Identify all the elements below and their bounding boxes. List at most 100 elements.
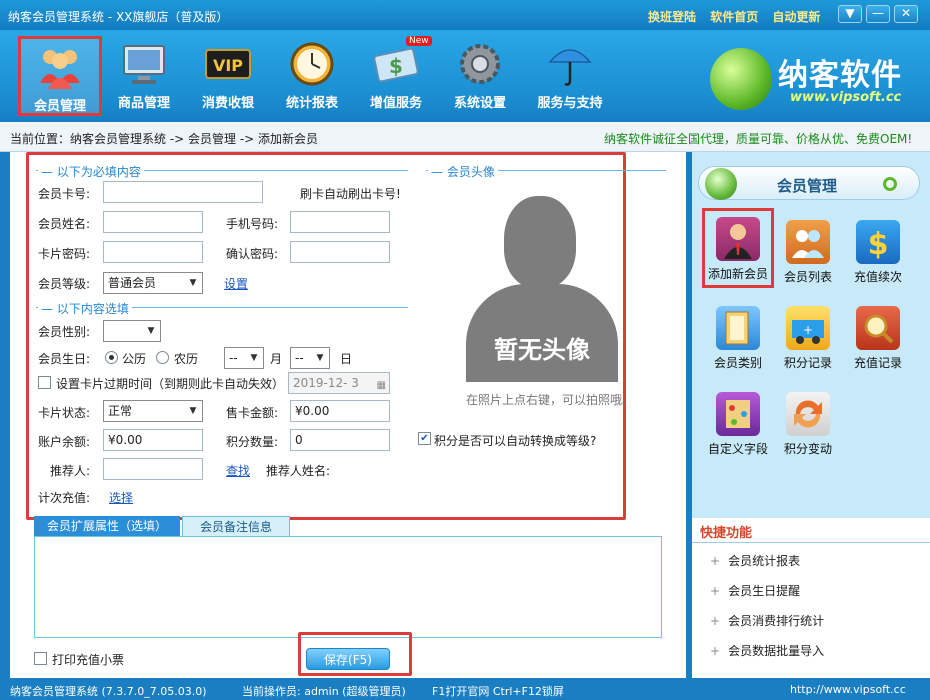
- balance-label: 账户余额:: [38, 435, 91, 449]
- tool-label: 增值服务: [369, 96, 422, 111]
- avatar-hint: 在照片上点右键，可以拍照哦。: [466, 393, 635, 407]
- balance-input[interactable]: ¥0.00: [103, 429, 203, 451]
- referrer-input[interactable]: [103, 458, 203, 480]
- tool-product-management[interactable]: 商品管理: [102, 36, 186, 116]
- software-home-link[interactable]: 软件首页: [710, 10, 758, 24]
- card-price-input[interactable]: ¥0.00: [290, 400, 390, 422]
- avatar-head-icon: [504, 196, 576, 288]
- sidebar-item-recharge[interactable]: $ 充值续次: [842, 214, 914, 294]
- birth-day-select[interactable]: -- ▼: [290, 347, 330, 369]
- points-label: 积分数量:: [226, 435, 279, 449]
- auto-level-checkbox[interactable]: ✔: [418, 432, 431, 445]
- find-referrer-link[interactable]: 查找: [226, 462, 250, 479]
- chevron-down-icon: ▼: [147, 326, 155, 336]
- svg-text:VIP: VIP: [213, 56, 243, 75]
- minimize-button[interactable]: —: [866, 5, 890, 23]
- add-member-icon: [716, 217, 760, 261]
- points-input[interactable]: 0: [290, 429, 390, 451]
- level-value: 普通会员: [108, 276, 157, 290]
- confirm-password-label: 确认密码:: [226, 247, 279, 261]
- tool-system-settings[interactable]: 系统设置: [438, 36, 522, 116]
- status-url: http://www.vipsoft.cc: [790, 683, 906, 696]
- calendar-icon: ▦: [376, 380, 386, 391]
- expiry-date-picker[interactable]: 2019-12- 3 ▦: [288, 372, 390, 394]
- dropdown-icon[interactable]: ▼: [838, 5, 862, 23]
- sidebar-item-label: 自定义字段: [707, 442, 768, 456]
- gear-icon: [456, 40, 504, 88]
- name-label: 会员姓名:: [38, 217, 91, 231]
- password-input[interactable]: [103, 241, 203, 263]
- quick-item-consumption-ranking[interactable]: + 会员消费排行统计: [710, 612, 824, 629]
- phone-label: 手机号码:: [226, 217, 279, 231]
- lunar-calendar-radio[interactable]: [156, 351, 169, 364]
- tab-remarks[interactable]: 会员备注信息: [182, 516, 290, 536]
- sidebar-item-add-member[interactable]: 添加新会员: [702, 208, 774, 288]
- tab-extended-attributes[interactable]: 会员扩展属性（选填）: [34, 516, 180, 536]
- tool-consumption-cashier[interactable]: VIP 消费收银: [186, 36, 270, 116]
- auto-update-link[interactable]: 自动更新: [772, 10, 820, 24]
- referrer-name-label: 推荐人姓名:: [266, 464, 331, 478]
- quick-item-bulk-import[interactable]: + 会员数据批量导入: [710, 642, 824, 659]
- sidebar-item-custom-field[interactable]: 自定义字段: [702, 386, 774, 466]
- sidebar-item-points-change[interactable]: 积分变动: [772, 386, 844, 466]
- choose-recharge-link[interactable]: 选择: [109, 489, 133, 506]
- sidebar-item-recharge-record[interactable]: 充值记录: [842, 300, 914, 380]
- sidebar-item-points-record[interactable]: + 积分记录: [772, 300, 844, 380]
- quick-functions: 快捷功能 + 会员统计报表 + 会员生日提醒 + 会员消费排行统计 + 会员数据批量导入: [692, 518, 930, 678]
- remarks-textarea[interactable]: [34, 536, 662, 638]
- tool-label: 商品管理: [117, 96, 170, 111]
- quick-item-member-report[interactable]: + 会员统计报表: [710, 552, 800, 569]
- print-receipt-checkbox[interactable]: [34, 652, 47, 665]
- card-no-input[interactable]: [103, 181, 263, 203]
- password-label: 卡片密码:: [38, 247, 91, 261]
- main-toolbar: 会员管理 商品管理 VIP 消费收银 统计报表 $ 增值服务 New 系统设置 …: [0, 30, 930, 122]
- sidebar-item-label: 积分记录: [783, 356, 832, 370]
- orb-icon: [705, 168, 737, 200]
- chevron-down-icon: ▼: [189, 278, 197, 288]
- quick-item-birthday-reminder[interactable]: + 会员生日提醒: [710, 582, 800, 599]
- card-status-select[interactable]: 正常 ▼: [103, 400, 203, 422]
- tool-value-added-service[interactable]: $ 增值服务 New: [354, 36, 438, 116]
- switch-shift-link[interactable]: 换班登陆: [648, 10, 696, 24]
- tool-label: 消费收银: [201, 96, 254, 111]
- confirm-password-input[interactable]: [290, 241, 390, 263]
- sidebar-item-member-list[interactable]: 会员列表: [772, 214, 844, 294]
- lunar-calendar-label: 农历: [174, 352, 199, 366]
- member-list-icon: [786, 220, 830, 264]
- solar-calendar-radio[interactable]: [105, 351, 118, 364]
- close-button[interactable]: ✕: [894, 5, 918, 23]
- top-links: 换班登陆 软件首页 自动更新: [648, 8, 830, 25]
- tool-statistics-report[interactable]: 统计报表: [270, 36, 354, 116]
- avatar-legend: — 会员头像: [428, 163, 498, 180]
- sidebar-item-label: 添加新会员: [707, 267, 768, 281]
- tool-label: 服务与支持: [537, 96, 603, 111]
- plus-icon: +: [710, 584, 721, 598]
- new-badge: New: [406, 36, 432, 46]
- save-button[interactable]: 保存(F5): [306, 648, 390, 670]
- plus-icon: +: [710, 554, 721, 568]
- birth-month-select[interactable]: -- ▼: [224, 347, 264, 369]
- no-avatar-text: 暂无头像: [494, 336, 590, 364]
- sidebar-item-member-category[interactable]: 会员类别: [702, 300, 774, 380]
- add-member-form: — 以下为必填内容 — 会员头像 会员卡号: 刷卡自动刷出卡号! 会员姓名: 手…: [10, 152, 686, 678]
- logo-url: www.vipsoft.cc: [790, 90, 902, 105]
- solar-calendar-label: 公历: [122, 352, 147, 366]
- logo-ball-icon: [710, 48, 772, 110]
- name-input[interactable]: [103, 211, 203, 233]
- tool-member-management[interactable]: 会员管理: [18, 36, 102, 116]
- tool-label: 统计报表: [285, 96, 338, 111]
- level-settings-link[interactable]: 设置: [224, 275, 248, 292]
- tool-label: 会员管理: [33, 99, 86, 114]
- tool-service-support[interactable]: 服务与支持: [524, 36, 616, 116]
- quick-item-label: 会员数据批量导入: [728, 644, 825, 658]
- gender-select[interactable]: ▼: [103, 320, 161, 342]
- member-avatar[interactable]: 暂无头像: [466, 186, 618, 382]
- level-label: 会员等级:: [38, 277, 91, 291]
- members-icon: [36, 43, 84, 91]
- phone-input[interactable]: [290, 211, 390, 233]
- vip-icon: VIP: [204, 40, 252, 88]
- expiry-checkbox[interactable]: [38, 376, 51, 389]
- window-title: 纳客会员管理系统 - XX旗舰店（普及版）: [8, 10, 229, 24]
- sidebar-title: 会员管理: [777, 177, 838, 195]
- level-select[interactable]: 普通会员 ▼: [103, 272, 203, 294]
